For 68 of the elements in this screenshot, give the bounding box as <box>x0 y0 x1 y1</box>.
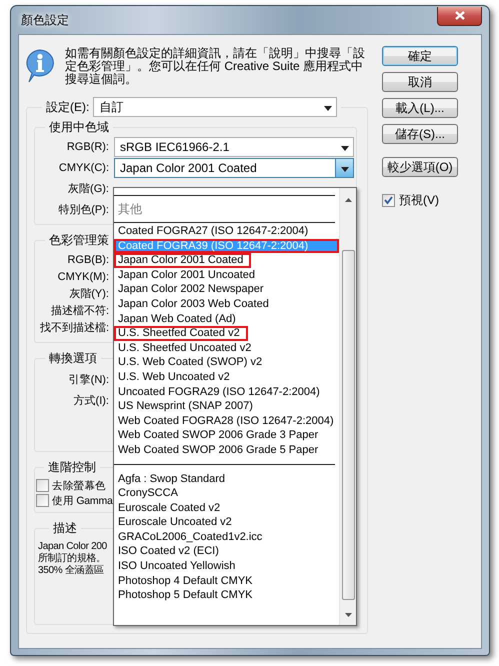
group-label: 其他 <box>114 196 335 223</box>
dropdown-option[interactable]: Japan Web Coated (Ad) <box>114 312 339 326</box>
dropdown-option[interactable]: Uncoated FOGRA29 (ISO 12647-2:2004) <box>114 384 339 400</box>
field-label: RGB(R): <box>66 140 109 152</box>
close-button[interactable] <box>437 6 482 26</box>
dropdown-option[interactable]: Agfa : Swop Standard <box>114 472 339 486</box>
field-label: CMYK(M): <box>58 270 109 282</box>
dropdown-option[interactable]: Euroscale Coated v2 <box>114 500 339 516</box>
checkbox-label: 去除螢幕色 <box>52 478 106 492</box>
description-text: Japan Color 200 所制訂的規格。 350% 全涵蓋區 <box>38 541 107 577</box>
dropdown-option[interactable]: Japan Color 2003 Web Coated <box>114 296 339 312</box>
field-label: 特別色(P): <box>58 203 109 217</box>
dropdown-option[interactable]: U.S. Web Uncoated v2 <box>114 370 339 385</box>
dropdown-option[interactable]: U.S. Sheetfed Uncoated v2 <box>114 340 339 356</box>
checkbox-label: 預視(V) <box>399 192 439 209</box>
dropdown-field[interactable]: 自訂 <box>93 97 338 117</box>
dropdown-option[interactable]: Euroscale Uncoated v2 <box>114 515 339 530</box>
dropdown-field[interactable]: sRGB IEC61966-2.1 <box>114 136 354 156</box>
dropdown-option[interactable]: GRACoL2006_Coated1v2.icc <box>114 530 339 544</box>
dialog-button[interactable]: 取消 <box>382 72 458 92</box>
dropdown-option[interactable]: ISO Coated v2 (ECI) <box>114 544 339 560</box>
checkbox[interactable] <box>382 194 395 207</box>
checkbox[interactable] <box>36 494 49 507</box>
caret-icon <box>340 146 348 150</box>
caret-icon <box>324 106 332 111</box>
info-text: 如需有關顏色設定的詳細資訊，請在「說明」中搜尋「設 定色彩管理」。您可以在任何 Creative Suite 應用程式中 搜尋這個詞。 <box>65 45 365 88</box>
dropdown-option[interactable]: U.S. Web Coated (SWOP) v2 <box>114 355 339 370</box>
group-title: 進階控制 <box>48 460 96 474</box>
dropdown-option[interactable]: Japan Color 2001 Coated <box>114 253 252 268</box>
field-label: 描述檔不符: <box>50 304 109 318</box>
info-icon <box>25 49 55 83</box>
dropdown-option[interactable]: US Newsprint (SNAP 2007) <box>114 399 339 414</box>
group-title: 轉換選項 <box>49 351 97 365</box>
group-title: 使用中色域 <box>49 120 109 134</box>
dropdown-option[interactable]: Web Coated FOGRA28 (ISO 12647-2:2004) <box>114 414 339 428</box>
close-icon <box>454 11 464 20</box>
field-label: 灰階(Y): <box>69 287 109 301</box>
dropdown-option[interactable]: Web Coated SWOP 2006 Grade 5 Paper <box>114 442 339 458</box>
field-label: 灰階(G): <box>68 182 109 196</box>
field-label: CMYK(C): <box>58 162 109 174</box>
dropdown-field[interactable]: Japan Color 2001 Coated <box>114 158 354 178</box>
caret-icon <box>340 166 348 172</box>
scroll-up-icon[interactable] <box>344 198 352 202</box>
dropdown-option[interactable]: Japan Color 2002 Newspaper <box>114 282 339 297</box>
field-label: 方式(I): <box>74 394 109 408</box>
dropdown-option[interactable]: Web Coated SWOP 2006 Grade 3 Paper <box>114 428 339 443</box>
dropdown-option[interactable]: Japan Color 2001 Uncoated <box>114 268 339 282</box>
dialog-button[interactable]: 載入(L)... <box>382 98 458 118</box>
checkbox[interactable] <box>36 479 49 492</box>
group-title: 色彩管理策 <box>49 233 109 247</box>
field-label: 設定(E): <box>46 98 90 116</box>
group-title: 描述 <box>53 521 77 535</box>
dropdown-option[interactable]: Photoshop 4 Default CMYK <box>114 574 339 588</box>
fewer-options-button[interactable]: 較少選項(O) <box>382 157 458 177</box>
dropdown-option[interactable]: Photoshop 5 Default CMYK <box>114 588 339 603</box>
scrollbar-thumb[interactable] <box>342 250 354 600</box>
dialog-button[interactable]: 確定 <box>382 46 458 66</box>
window-title: 顏色設定 <box>20 12 69 28</box>
field-label: RGB(B): <box>67 254 109 266</box>
dropdown-option[interactable]: CronySCCA <box>114 486 339 501</box>
field-label: 引擎(N): <box>68 373 109 387</box>
dialog-button[interactable]: 儲存(S)... <box>382 124 458 144</box>
dropdown-option[interactable]: ISO Uncoated Yellowish <box>114 559 339 574</box>
checkbox-label: 使用 Gamma <box>52 494 113 508</box>
dropdown-option[interactable]: U.S. Sheetfed Coated v2 <box>114 326 248 341</box>
dropdown-option[interactable]: Coated FOGRA27 (ISO 12647-2:2004) <box>114 224 339 239</box>
field-label: 找不到描述檔: <box>40 321 109 335</box>
scroll-down-icon[interactable] <box>344 613 352 617</box>
